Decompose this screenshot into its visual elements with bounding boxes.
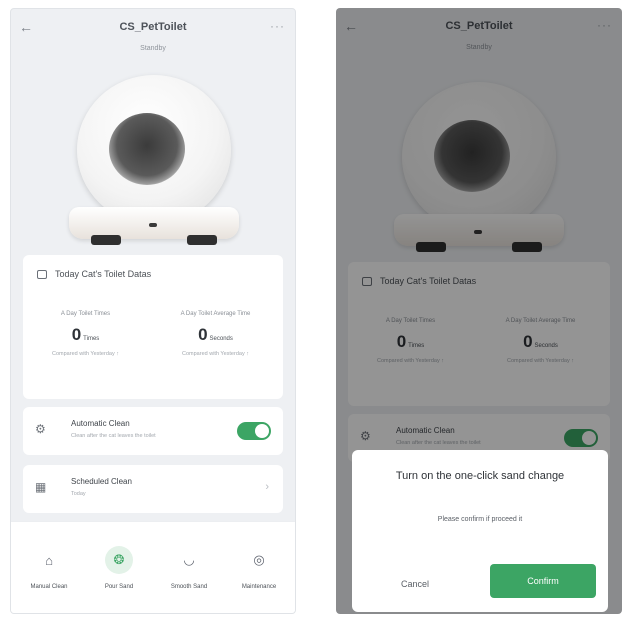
toilet-stats-card: Today Cat's Toilet Datas A Day Toilet Ti… [23, 255, 283, 399]
more-horizontal-icon[interactable]: ··· [270, 19, 285, 33]
broom-icon: ⌂ [45, 552, 53, 568]
gear-icon: ⚙ [35, 422, 46, 436]
calendar-icon: ▦ [35, 480, 47, 494]
pour-sand-button[interactable]: ❂ Pour Sand [83, 546, 155, 590]
calendar-icon [37, 269, 47, 279]
device-screen-dialog: ← CS_PetToilet Standby ··· Today Cat's T… [336, 8, 622, 614]
chevron-right-icon: › [265, 481, 269, 493]
maintenance-label: Maintenance [241, 584, 277, 590]
manual-clean-button[interactable]: ⌂ Manual Clean [13, 546, 85, 591]
arrow-up-icon: ↑ [246, 351, 249, 357]
page-title: CS_PetToilet [119, 21, 187, 33]
litter-box-image [69, 75, 239, 253]
automatic-clean-toggle[interactable] [237, 422, 271, 440]
smooth-sand-button[interactable]: ◡ Smooth Sand [153, 546, 225, 590]
cancel-button[interactable]: Cancel [374, 570, 456, 598]
scheduled-clean-title: Scheduled Clean [71, 477, 132, 486]
dialog-message: Please confirm if proceed it [437, 516, 523, 523]
arrow-up-icon: ↑ [116, 351, 119, 357]
automatic-clean-row[interactable]: ⚙ Automatic Clean Clean after the cat le… [23, 407, 283, 455]
toilet-times-value: 0 Times [71, 325, 100, 344]
scheduled-clean-row[interactable]: ▦ Scheduled Clean Today › [23, 465, 283, 513]
wrench-icon: ◎ [253, 552, 265, 567]
toilet-times-label: A Day Toilet Times [60, 311, 111, 317]
stats-header: Today Cat's Toilet Datas [37, 269, 151, 279]
device-screen-normal: ← CS_PetToilet Standby ··· Today Cat's T… [10, 8, 296, 614]
toilet-average-compare: Compared with Yesterday ↑ [182, 351, 249, 357]
sand-icon: ❂ [105, 546, 133, 574]
toilet-times-stat: A Day Toilet Times 0 Times Compared with … [23, 311, 148, 357]
top-bar: ← CS_PetToilet Standby ··· [11, 9, 295, 79]
smooth-sand-label: Smooth Sand [170, 584, 208, 590]
manual-clean-label: Manual Clean [30, 584, 68, 590]
toilet-times-compare: Compared with Yesterday ↑ [52, 351, 119, 357]
toilet-average-stat: A Day Toilet Average Time 0 Seconds Compa… [153, 311, 278, 357]
stats-header-label: Today Cat's Toilet Datas [55, 269, 152, 279]
scheduled-clean-subtitle: Today [71, 491, 86, 497]
bowl-icon: ◡ [183, 552, 195, 567]
pour-sand-label: Pour Sand [104, 584, 134, 590]
dialog-title: Turn on the one-click sand change [395, 470, 565, 482]
maintenance-button[interactable]: ◎ Maintenance [223, 546, 295, 590]
confirm-dialog: Turn on the one-click sand change Please… [352, 450, 608, 612]
device-status: Standby [140, 45, 166, 52]
toilet-average-value: 0 Seconds [198, 325, 233, 344]
bottom-action-bar: ⌂ Manual Clean ❂ Pour Sand ◡ Smooth Sand… [11, 521, 295, 613]
automatic-clean-title: Automatic Clean [71, 419, 130, 428]
toilet-average-label: A Day Toilet Average Time [180, 311, 251, 317]
automatic-clean-subtitle: Clean after the cat leaves the toilet [71, 433, 156, 439]
confirm-button[interactable]: Confirm [490, 564, 596, 598]
